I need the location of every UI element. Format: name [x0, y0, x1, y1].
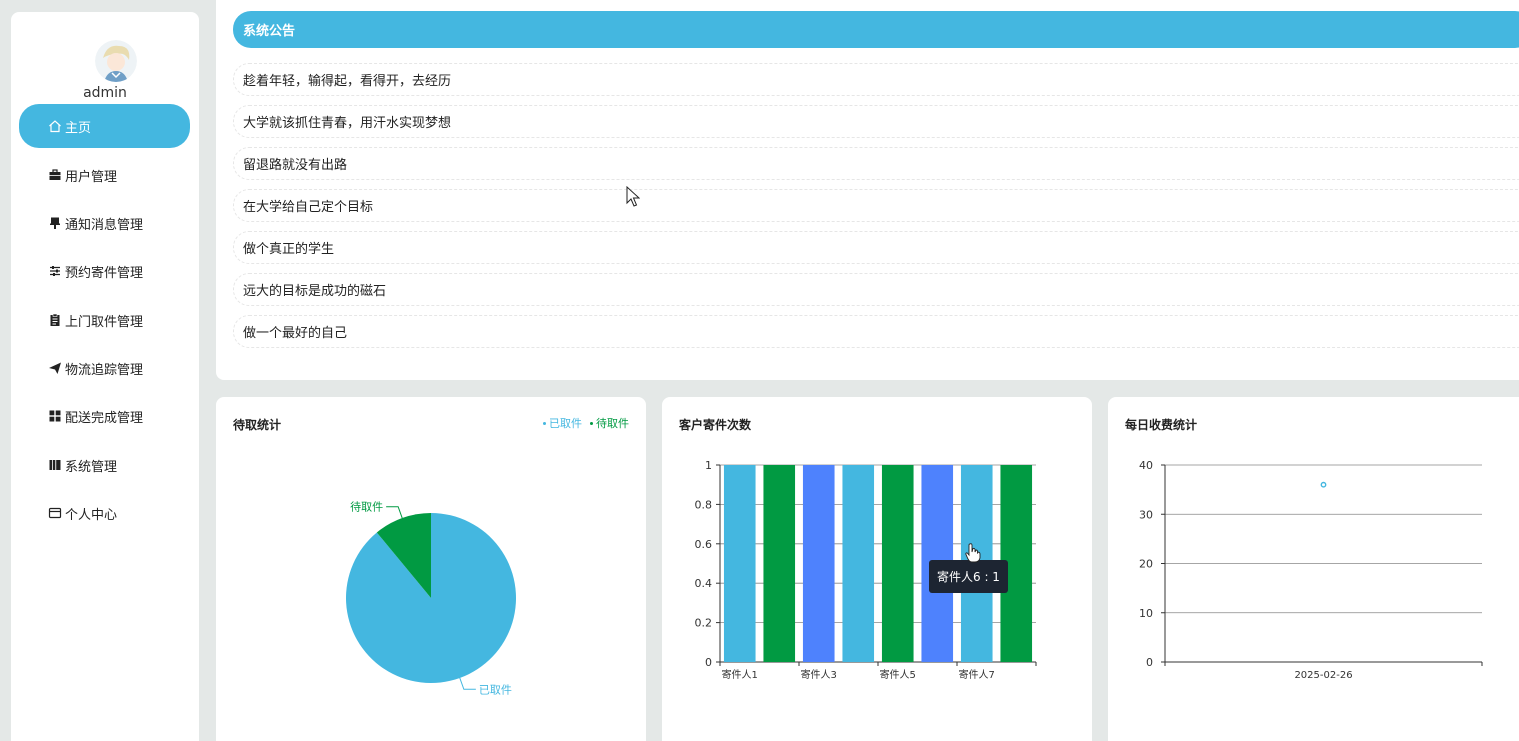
pending-pickup-card: 待取统计 已取件 待取件 已取件 待取件 [216, 397, 646, 741]
paper-plane-icon [48, 361, 62, 375]
pie-label-line [459, 677, 476, 690]
sliders-icon [48, 264, 62, 278]
y-tick-label: 0 [705, 656, 712, 669]
notice-item[interactable]: 留退路就没有出路 [233, 147, 1519, 180]
notice-item-text: 做个真正的学生 [243, 242, 335, 257]
bar[interactable] [842, 465, 875, 662]
scatter-chart: 0 10 20 30 40 2025-02-26 [1139, 459, 1483, 681]
sidebar: admin 主页 用户管理 通知消息管理 预约寄件管理 上门取件管理 物流追踪管 [11, 12, 199, 741]
sidebar-item-pickup-management[interactable]: 上门取件管理 [19, 298, 190, 342]
notice-item-text: 远大的目标是成功的磁石 [243, 284, 387, 299]
notice-item[interactable]: 远大的目标是成功的磁石 [233, 273, 1519, 306]
daily-fee-card: 每日收费统计 0 10 20 30 40 2025-02-26 [1108, 397, 1519, 741]
pie-label: 待取件 [350, 500, 383, 514]
data-point[interactable] [1320, 481, 1327, 488]
pie-label-line [386, 506, 403, 519]
home-icon [48, 119, 62, 133]
sidebar-item-delivery-complete[interactable]: 配送完成管理 [19, 394, 190, 438]
sidebar-item-label: 配送完成管理 [65, 410, 144, 426]
y-tick-label: 40 [1139, 459, 1153, 472]
x-tick-label: 寄件人7 [959, 668, 995, 681]
sidebar-item-label: 上门取件管理 [65, 314, 144, 330]
x-tick-label: 2025-02-26 [1294, 670, 1352, 681]
sidebar-item-label: 物流追踪管理 [65, 362, 144, 378]
x-tick-label: 寄件人5 [880, 668, 916, 681]
stamp-icon [48, 216, 62, 230]
y-tick-label: 1 [705, 459, 712, 472]
notice-item-text: 做一个最好的自己 [243, 326, 348, 341]
chart-tooltip: 寄件人6 : 1 [929, 560, 1008, 593]
bar[interactable] [723, 465, 756, 662]
book-icon [48, 458, 62, 472]
sidebar-item-label: 个人中心 [65, 507, 118, 523]
notice-title: 系统公告 [243, 24, 296, 39]
notice-item-text: 在大学给自己定个目标 [243, 200, 374, 215]
bar[interactable] [802, 465, 835, 662]
sidebar-item-label: 主页 [65, 120, 92, 136]
mouse-cursor-icon [626, 186, 640, 207]
sidebar-item-notice-management[interactable]: 通知消息管理 [19, 201, 190, 245]
clipboard-icon [48, 313, 62, 327]
sidebar-item-label: 系统管理 [65, 459, 118, 475]
y-tick-label: 20 [1139, 558, 1153, 571]
customer-shipments-card: 客户寄件次数 0 0.2 0.4 0.6 0.8 1 寄件人1 寄件人3 寄件人5 寄件人7 寄件… [662, 397, 1092, 741]
y-tick-label: 10 [1139, 607, 1153, 620]
bar[interactable] [763, 465, 796, 662]
notice-item-text: 大学就该抓住青春，用汗水实现梦想 [243, 116, 452, 131]
username: admin [83, 85, 127, 101]
sidebar-item-system-management[interactable]: 系统管理 [19, 443, 190, 487]
notice-item[interactable]: 大学就该抓住青春，用汗水实现梦想 [233, 105, 1519, 138]
y-tick-label: 0.8 [695, 498, 713, 511]
notice-item[interactable]: 做一个最好的自己 [233, 315, 1519, 348]
notice-item[interactable]: 趁着年轻，输得起，看得开，去经历 [233, 63, 1519, 96]
pie-label: 已取件 [479, 683, 512, 696]
y-tick-label: 30 [1139, 508, 1153, 521]
grid-icon [48, 409, 62, 423]
notice-panel: 系统公告 趁着年轻，输得起，看得开，去经历 大学就该抓住青春，用汗水实现梦想 留… [216, 0, 1519, 380]
sidebar-item-home[interactable]: 主页 [19, 104, 190, 148]
sidebar-item-label: 预约寄件管理 [65, 265, 144, 281]
notice-header: 系统公告 [233, 11, 1519, 48]
notice-item-text: 趁着年轻，输得起，看得开，去经历 [243, 74, 452, 89]
y-tick-label: 0.4 [695, 577, 713, 590]
sidebar-item-booking-management[interactable]: 预约寄件管理 [19, 249, 190, 293]
y-tick-label: 0 [1146, 656, 1153, 669]
notice-item[interactable]: 在大学给自己定个目标 [233, 189, 1519, 222]
avatar[interactable] [95, 40, 137, 82]
notice-item[interactable]: 做个真正的学生 [233, 231, 1519, 264]
sidebar-item-label: 用户管理 [65, 169, 118, 185]
bar[interactable] [881, 465, 914, 662]
sidebar-item-label: 通知消息管理 [65, 217, 144, 233]
id-card-icon [48, 506, 62, 520]
y-tick-label: 0.6 [695, 538, 713, 551]
y-tick-label: 0.2 [695, 617, 713, 630]
x-tick-label: 寄件人1 [722, 668, 758, 681]
hand-cursor-icon [965, 543, 981, 563]
notice-item-text: 留退路就没有出路 [243, 158, 348, 173]
sidebar-item-logistics-tracking[interactable]: 物流追踪管理 [19, 346, 190, 390]
sidebar-item-personal-center[interactable]: 个人中心 [19, 491, 190, 535]
pie-chart: 已取件 待取件 [346, 500, 516, 696]
briefcase-icon [48, 168, 62, 182]
bar-chart: 0 0.2 0.4 0.6 0.8 1 寄件人1 寄件人3 寄件人5 寄件人7 [695, 459, 1037, 681]
x-tick-label: 寄件人3 [801, 668, 837, 681]
sidebar-item-user-management[interactable]: 用户管理 [19, 153, 190, 197]
